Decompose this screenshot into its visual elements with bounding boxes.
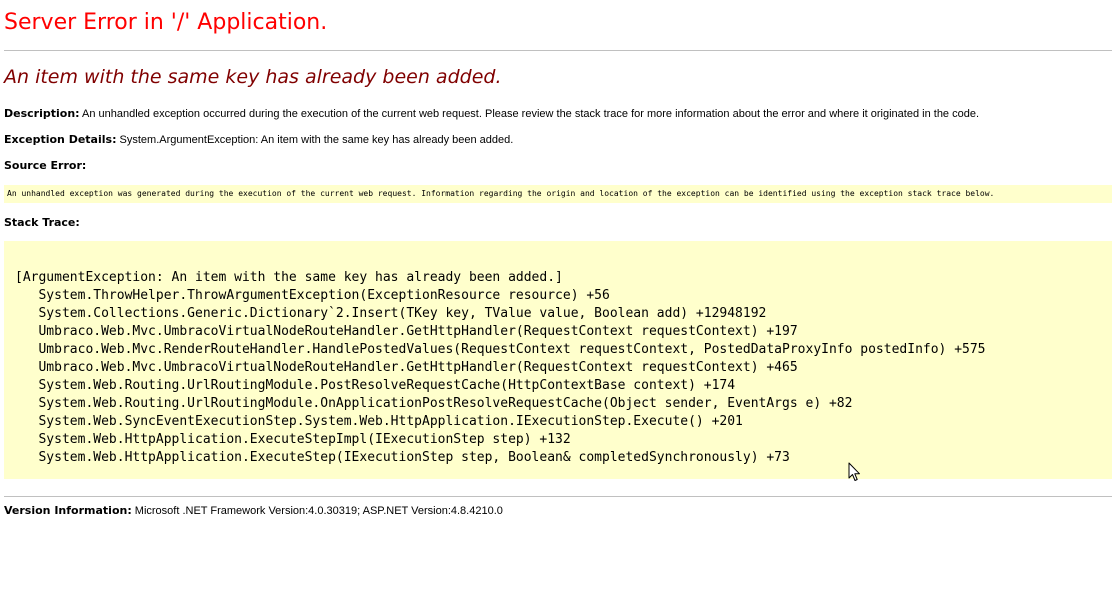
stack-trace-frame: Umbraco.Web.Mvc.RenderRouteHandler.Handl… <box>15 342 986 357</box>
version-label: Version Information: <box>4 504 132 517</box>
description-label: Description: <box>4 107 80 120</box>
description-text: An unhandled exception occurred during t… <box>79 108 980 120</box>
title-divider <box>4 50 1112 51</box>
description-line: Description: An unhandled exception occu… <box>4 107 979 120</box>
stack-trace-label: Stack Trace: <box>4 216 80 229</box>
stack-trace-frame: Umbraco.Web.Mvc.UmbracoVirtualNodeRouteH… <box>15 360 798 375</box>
stack-trace-frame: Umbraco.Web.Mvc.UmbracoVirtualNodeRouteH… <box>15 324 798 339</box>
footer-divider <box>4 496 1112 497</box>
version-text: Microsoft .NET Framework Version:4.0.303… <box>131 505 503 517</box>
source-error-line: Source Error: <box>4 159 86 172</box>
exception-details-line: Exception Details: System.ArgumentExcept… <box>4 133 513 146</box>
mouse-pointer-icon <box>848 462 860 481</box>
stack-trace-box[interactable]: [ArgumentException: An item with the sam… <box>4 241 1112 479</box>
stack-trace-code[interactable]: [ArgumentException: An item with the sam… <box>15 269 986 467</box>
stack-trace-frame: System.ThrowHelper.ThrowArgumentExceptio… <box>15 288 610 303</box>
stack-trace-frame: System.Collections.Generic.Dictionary`2.… <box>15 306 767 321</box>
source-error-label: Source Error: <box>4 159 87 172</box>
stack-trace-frame: [ArgumentException: An item with the sam… <box>15 270 563 285</box>
error-message: An item with the same key has already be… <box>4 66 502 88</box>
version-line: Version Information: Microsoft .NET Fram… <box>4 504 503 517</box>
stack-trace-frame: System.Web.HttpApplication.ExecuteStep(I… <box>15 450 790 465</box>
stack-trace-frame: System.Web.Routing.UrlRoutingModule.OnAp… <box>15 396 853 411</box>
source-error-note: An unhandled exception was generated dur… <box>7 189 995 198</box>
stack-trace-line: Stack Trace: <box>4 216 80 229</box>
page-title: Server Error in '/' Application. <box>4 10 328 35</box>
stack-trace-frame: System.Web.HttpApplication.ExecuteStepIm… <box>15 432 571 447</box>
source-error-box: An unhandled exception was generated dur… <box>4 185 1112 203</box>
stack-trace-frame: System.Web.SyncEventExecutionStep.System… <box>15 414 743 429</box>
exception-details-label: Exception Details: <box>4 133 117 146</box>
stack-trace-frame: System.Web.Routing.UrlRoutingModule.Post… <box>15 378 736 393</box>
exception-details-text: System.ArgumentException: An item with t… <box>116 134 514 146</box>
